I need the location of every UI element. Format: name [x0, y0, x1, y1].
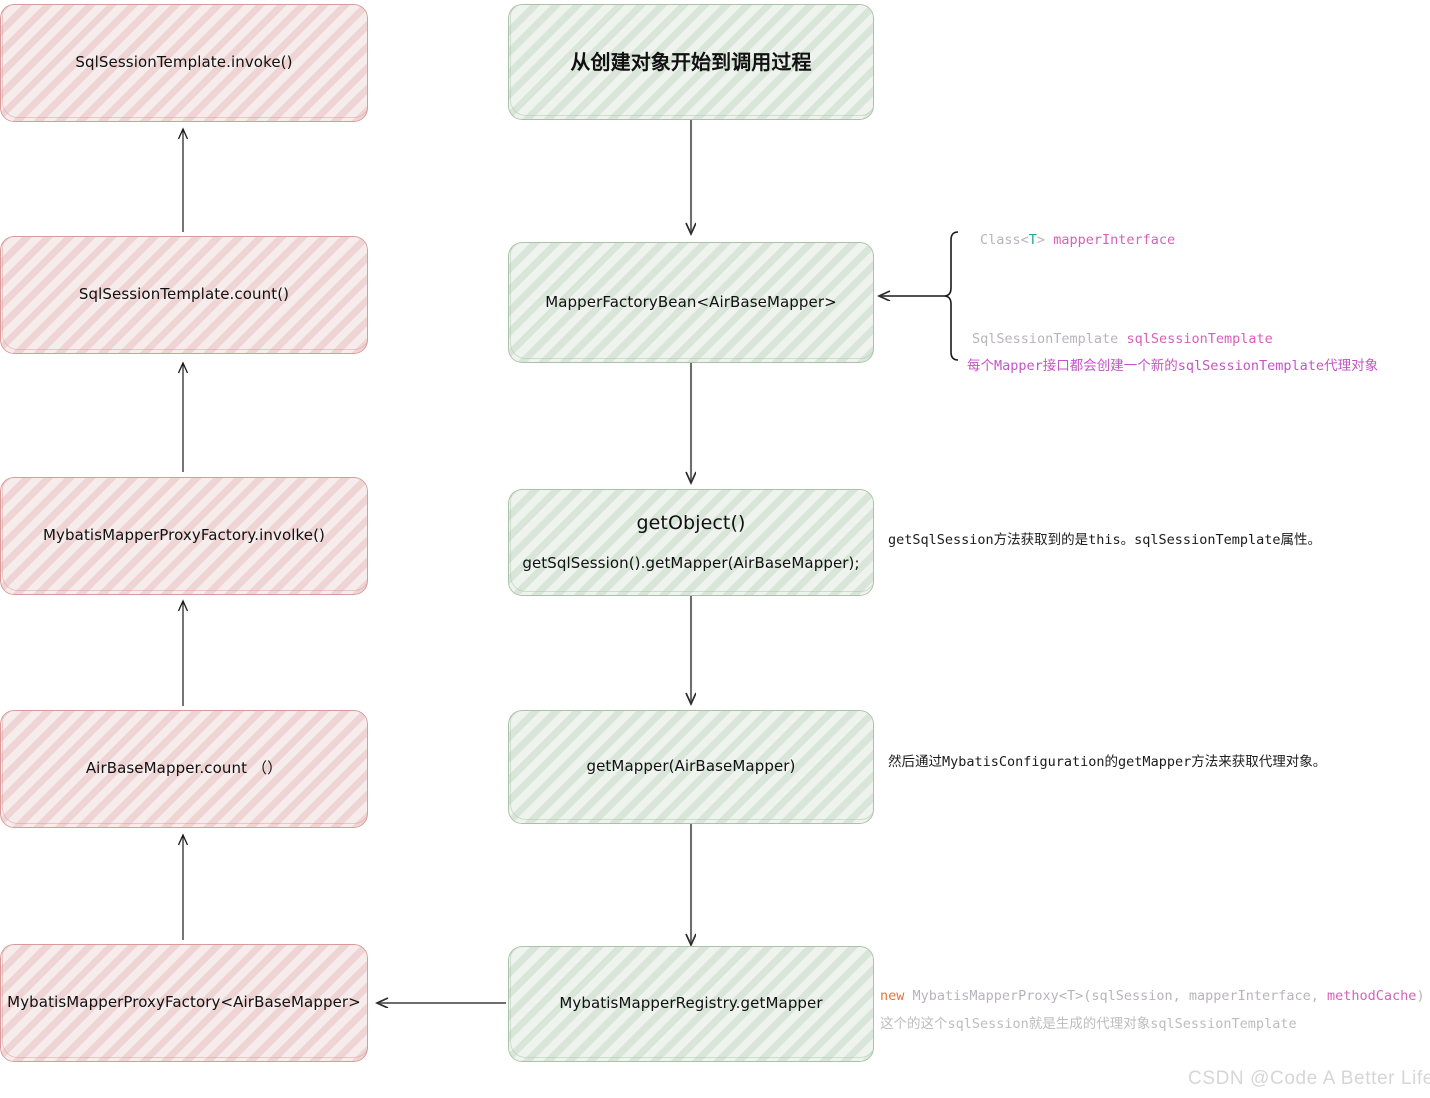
node-label: getMapper(AirBaseMapper): [586, 757, 796, 776]
node-getobject[interactable]: getObject() getSqlSession().getMapper(Ai…: [508, 489, 874, 596]
annotation-text: getSqlSession方法获取到的是this。sqlSessionTempl…: [888, 532, 1321, 548]
node-getmapper[interactable]: getMapper(AirBaseMapper): [508, 710, 874, 824]
node-mybatismapperproxyfactory-generic[interactable]: MybatisMapperProxyFactory<AirBaseMapper>: [0, 944, 368, 1062]
node-airbasemapper-count[interactable]: AirBaseMapper.count （）: [0, 710, 368, 828]
field-brace: [943, 231, 959, 361]
node-label: MybatisMapperRegistry.getMapper: [559, 994, 823, 1013]
annotation-field-name: mapperInterface: [1053, 232, 1176, 248]
annotation-registry-note: 这个的这个sqlSession就是生成的代理对象sqlSessionTempla…: [880, 1014, 1297, 1035]
node-title-box[interactable]: 从创建对象开始到调用过程: [508, 4, 874, 120]
annotation-code-body: MybatisMapperProxy<T>(sqlSession, mapper…: [912, 988, 1328, 1004]
node-label: getObject(): [636, 511, 746, 534]
node-mybatismapperproxyfactory-involke[interactable]: MybatisMapperProxyFactory.involke(): [0, 477, 368, 595]
csdn-watermark: CSDN @Code A Better Life: [1188, 1068, 1430, 1089]
annotation-field-sqlsessiontemplate: SqlSessionTemplate sqlSessionTemplate: [972, 329, 1273, 350]
annotation-type-close: >: [1036, 232, 1054, 248]
node-label: AirBaseMapper.count （）: [85, 759, 283, 778]
annotation-field-name: sqlSessionTemplate: [1126, 331, 1273, 347]
node-label: MybatisMapperProxyFactory<AirBaseMapper>: [7, 993, 361, 1012]
annotation-getmapper-note: 然后通过MybatisConfiguration的getMapper方法来获取代…: [888, 752, 1326, 773]
node-label: MybatisMapperProxyFactory.involke(): [43, 526, 325, 545]
annotation-getobject-note: getSqlSession方法获取到的是this。sqlSessionTempl…: [888, 530, 1321, 551]
node-label: SqlSessionTemplate.count(): [78, 285, 290, 304]
node-label: MapperFactoryBean<AirBaseMapper>: [545, 292, 837, 311]
node-label: SqlSessionTemplate.invoke(): [75, 53, 293, 72]
annotation-brace-note: 每个Mapper接口都会创建一个新的sqlSessionTemplate代理对象: [967, 356, 1378, 377]
annotation-code-tail: ): [1416, 988, 1425, 1004]
diagram-title: 从创建对象开始到调用过程: [570, 49, 812, 74]
annotation-text: 每个Mapper接口都会创建一个新的sqlSessionTemplate代理对象: [967, 358, 1379, 374]
annotation-type: Class<: [980, 232, 1029, 248]
annotation-type: SqlSessionTemplate: [972, 331, 1127, 347]
node-mybatismapperregistry-getmapper[interactable]: MybatisMapperRegistry.getMapper: [508, 946, 874, 1062]
annotation-generic-param: T: [1028, 232, 1037, 248]
node-mapperfactorybean[interactable]: MapperFactoryBean<AirBaseMapper>: [508, 242, 874, 363]
annotation-text: 然后通过MybatisConfiguration的getMapper方法来获取代…: [888, 754, 1327, 770]
annotation-text: 这个的这个sqlSession就是生成的代理对象sqlSessionTempla…: [880, 1016, 1297, 1032]
annotation-keyword-new: new: [880, 988, 913, 1004]
node-body: [508, 489, 874, 596]
annotation-code-highlight: methodCache: [1327, 988, 1417, 1004]
node-sqlsessiontemplate-invoke[interactable]: SqlSessionTemplate.invoke(): [0, 4, 368, 122]
annotation-field-mapperinterface: Class<T> mapperInterface: [980, 230, 1175, 251]
annotation-registry-code: new MybatisMapperProxy<T>(sqlSession, ma…: [880, 986, 1425, 1007]
node-sqlsessiontemplate-count[interactable]: SqlSessionTemplate.count(): [0, 236, 368, 354]
node-sublabel: getSqlSession().getMapper(AirBaseMapper)…: [522, 554, 860, 573]
